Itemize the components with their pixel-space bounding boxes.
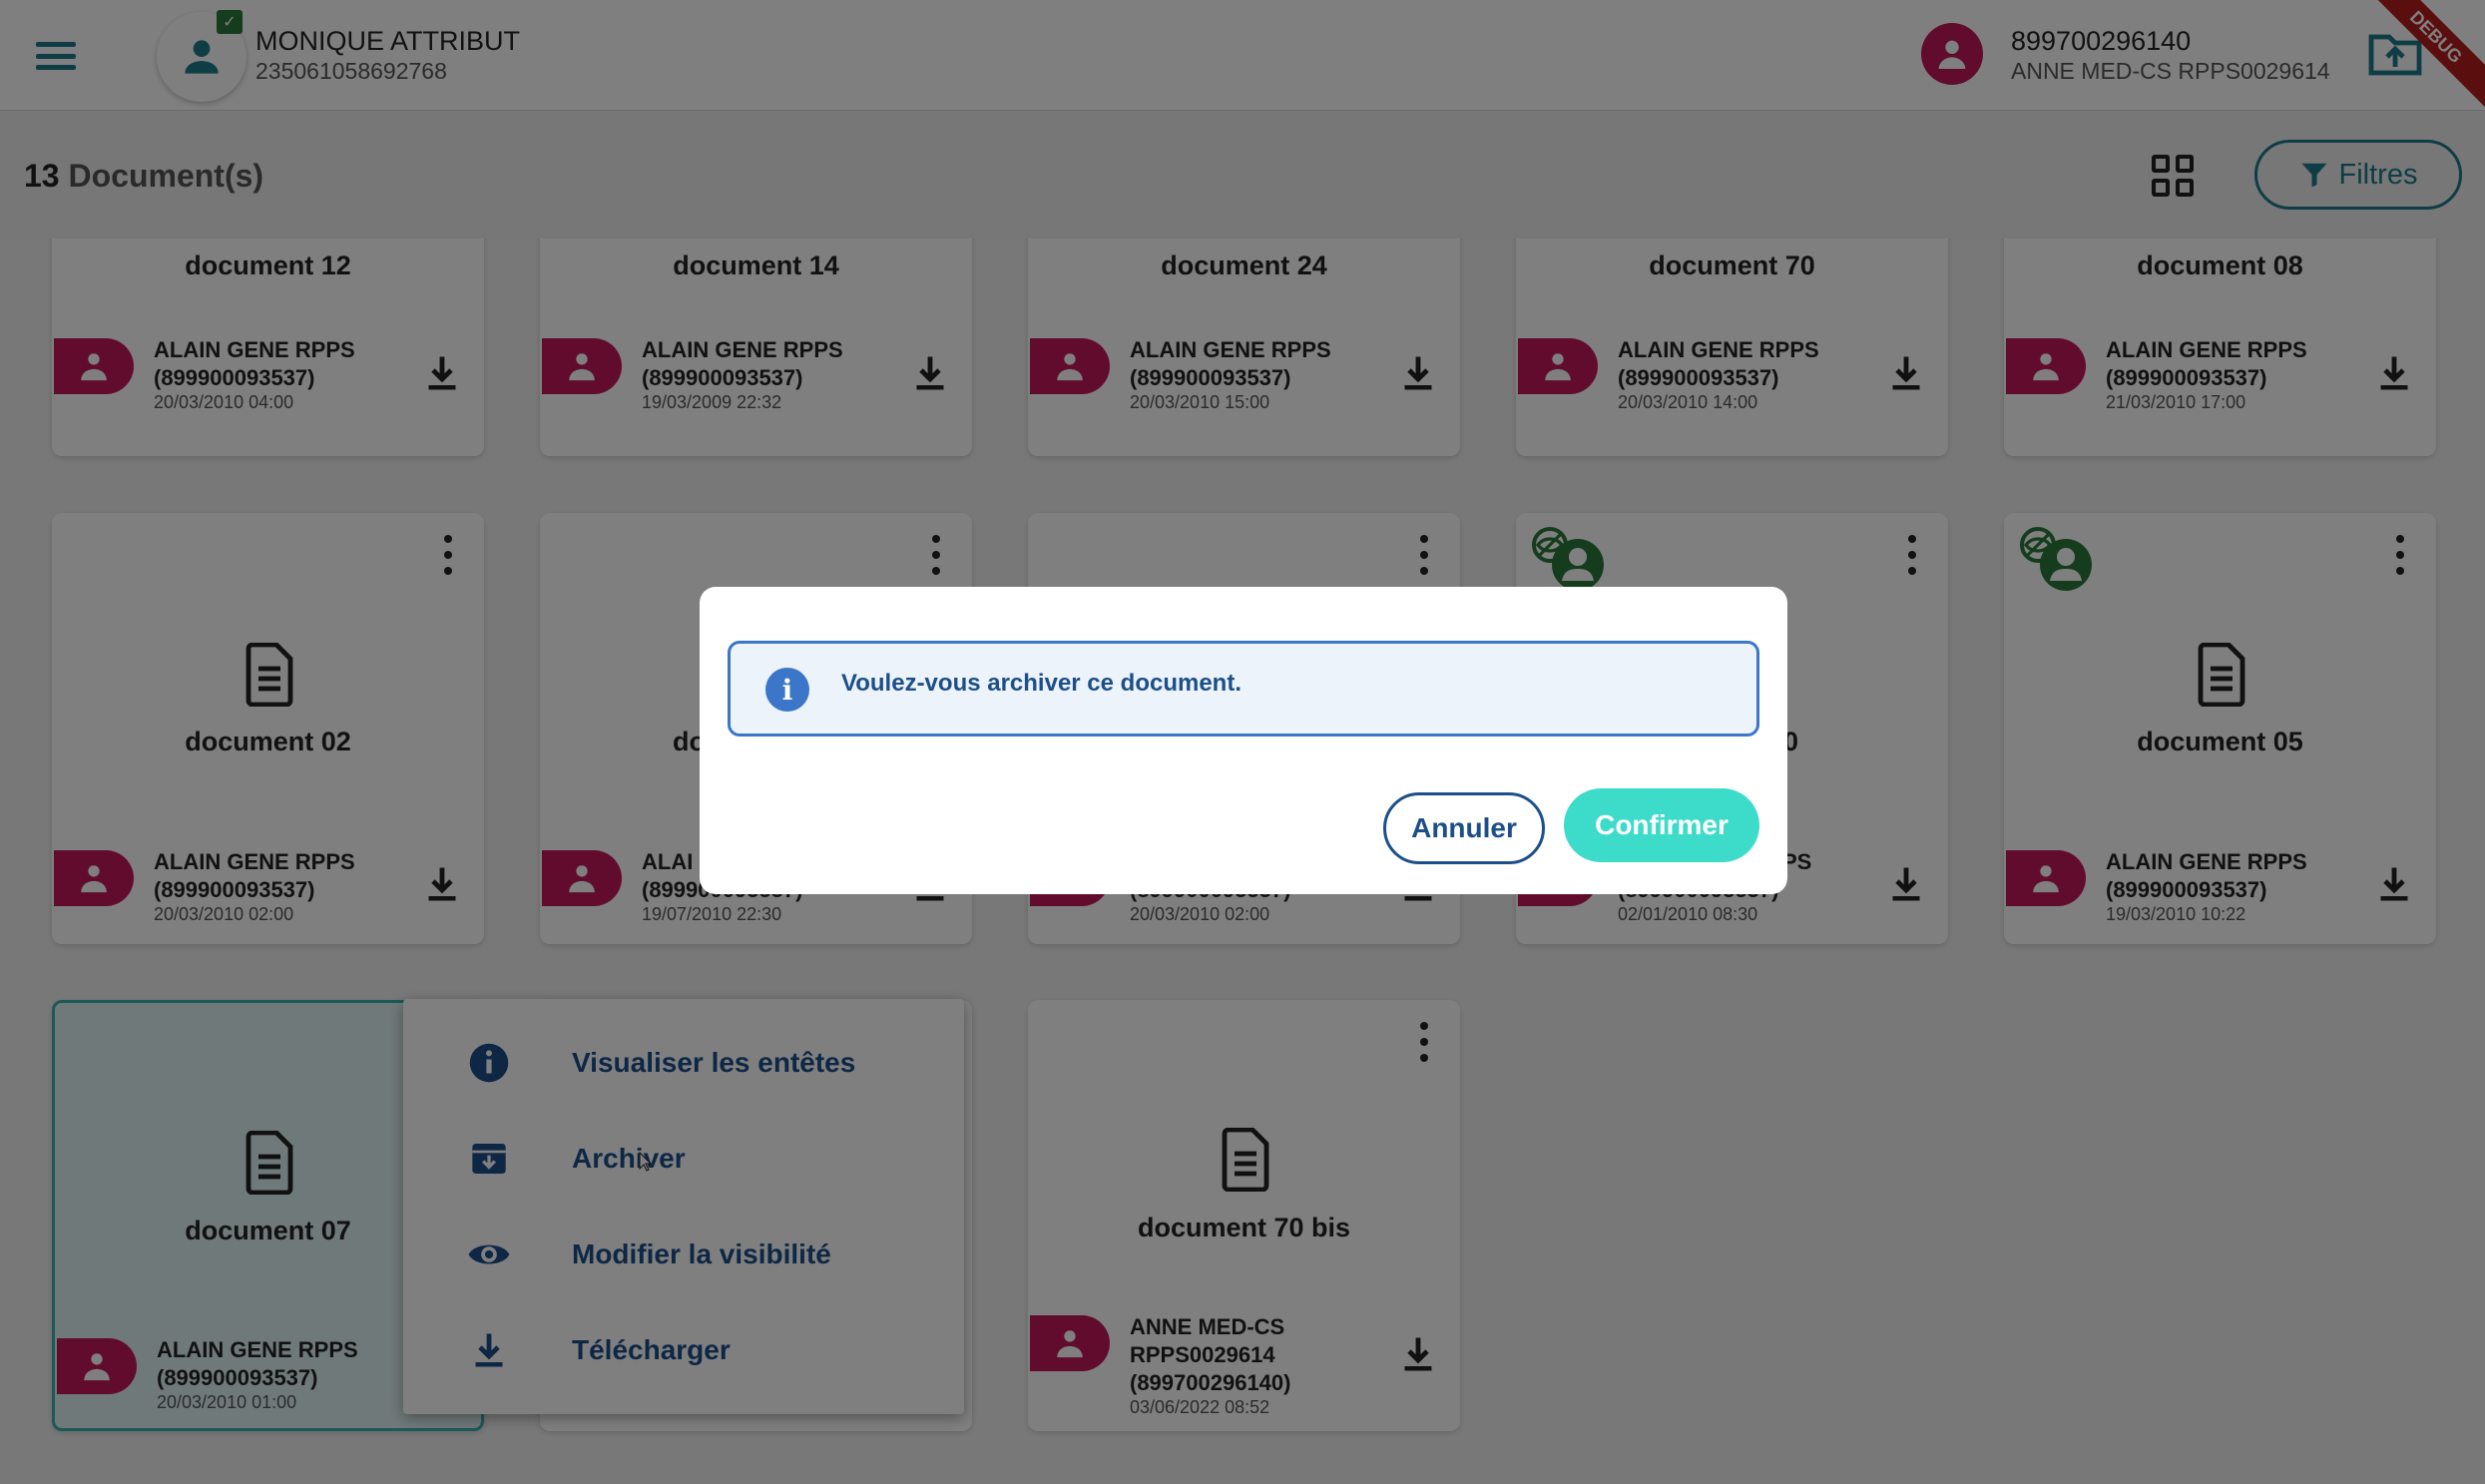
dialog-message: Voulez-vous archiver ce document. — [841, 670, 1242, 697]
info-icon: i — [765, 668, 809, 712]
archive-confirm-dialog: i Voulez-vous archiver ce document. Annu… — [700, 587, 1787, 894]
dialog-info-message: i Voulez-vous archiver ce document. — [728, 641, 1759, 737]
confirm-button[interactable]: Confirmer — [1564, 788, 1759, 862]
cancel-button[interactable]: Annuler — [1383, 792, 1545, 864]
